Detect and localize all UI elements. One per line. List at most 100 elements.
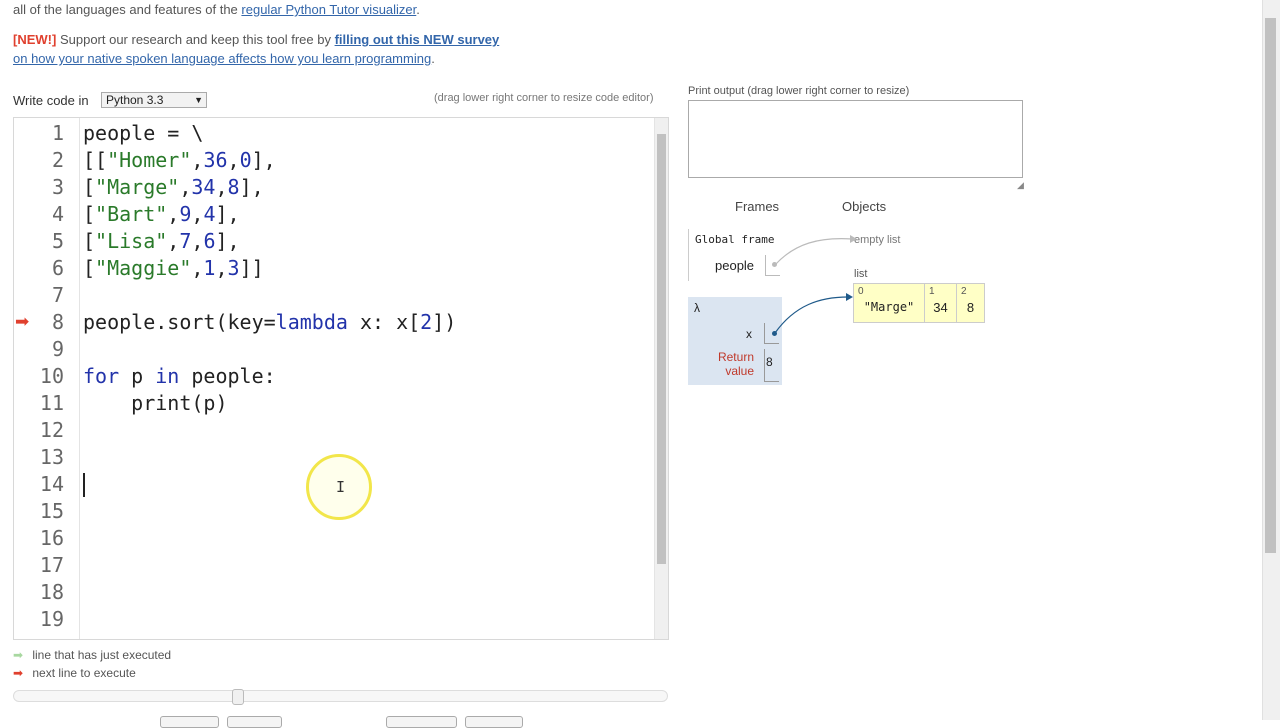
line-number: 3 xyxy=(51,175,64,199)
green-arrow-icon: ➡ xyxy=(13,648,24,662)
print-output-label: Print output (drag lower right corner to… xyxy=(688,85,910,97)
line-number: 6 xyxy=(51,256,64,280)
list-value: 8 xyxy=(966,300,975,315)
objects-header: Objects xyxy=(842,199,887,214)
step-slider[interactable] xyxy=(13,690,668,702)
list-index: 1 xyxy=(929,286,935,297)
code-token: lambda xyxy=(275,310,348,334)
code-line[interactable]: ["Bart",9,4], xyxy=(83,201,240,228)
line-number: 14 xyxy=(39,472,64,496)
page-scroll-thumb[interactable] xyxy=(1265,18,1276,553)
code-token: "Maggie" xyxy=(95,256,192,280)
line-number: 2 xyxy=(51,148,64,172)
pointer-arrowhead-blue xyxy=(846,293,853,301)
code-line[interactable]: ["Maggie",1,3]] xyxy=(83,255,264,282)
legend-next-line-text: next line to execute xyxy=(32,666,136,680)
survey-text: Support our research and keep this tool … xyxy=(59,32,331,47)
code-token: , xyxy=(167,229,180,253)
code-line[interactable]: people = \ xyxy=(83,120,203,147)
code-token: "Bart" xyxy=(95,202,168,226)
code-token: [ xyxy=(83,175,96,199)
code-token: [ xyxy=(83,256,96,280)
line-number: 12 xyxy=(39,418,64,442)
editor-drag-hint: (drag lower right corner to resize code … xyxy=(434,92,654,104)
legend-just-executed-text: line that has just executed xyxy=(32,648,172,662)
code-token: , xyxy=(227,148,240,172)
text-cursor xyxy=(83,473,85,497)
pointer-arrows xyxy=(774,235,857,334)
red-arrow-icon: ➡ xyxy=(13,666,24,680)
code-line[interactable]: ["Marge",34,8], xyxy=(83,174,264,201)
line-number: 13 xyxy=(39,445,64,469)
code-token: , xyxy=(191,148,204,172)
back-button[interactable] xyxy=(227,716,282,728)
code-token: , xyxy=(215,256,228,280)
code-token: [[ xyxy=(83,148,108,172)
code-token: ], xyxy=(215,229,240,253)
language-value: Python 3.3 xyxy=(106,93,164,107)
resize-grip-icon[interactable]: ◢ xyxy=(1017,180,1024,191)
code-token: "Marge" xyxy=(95,175,180,199)
code-token: ]] xyxy=(239,256,264,280)
code-token: 2 xyxy=(420,310,433,334)
forward-button[interactable] xyxy=(386,716,457,728)
code-token: 8 xyxy=(227,175,240,199)
pointer-arrowhead-gray xyxy=(850,235,857,243)
code-token: 3 xyxy=(227,256,240,280)
code-token: x: x[ xyxy=(347,310,421,334)
code-token: people: xyxy=(179,364,276,388)
list-value: 34 xyxy=(933,300,948,315)
line-number: 5 xyxy=(51,229,64,253)
code-token: 1 xyxy=(203,256,216,280)
intro-text-end: . xyxy=(416,2,420,17)
code-line[interactable]: ["Lisa",7,6], xyxy=(83,228,240,255)
step-slider-handle[interactable] xyxy=(232,689,244,705)
regular-visualizer-link[interactable]: regular Python Tutor visualizer xyxy=(241,2,416,17)
legend-just-executed: ➡ line that has just executed xyxy=(13,648,171,662)
code-token: "Lisa" xyxy=(95,229,168,253)
line-number: 10 xyxy=(39,364,64,388)
code-editor[interactable]: 1 people = \ 2 [["Homer",36,0], 3 ["Marge",34… xyxy=(13,117,669,640)
last-button[interactable] xyxy=(465,716,523,728)
return-value-label: Return value xyxy=(717,350,754,378)
line-number: 18 xyxy=(39,580,64,604)
frames-header: Frames xyxy=(735,199,780,214)
list-cell: 28 xyxy=(956,284,984,322)
code-line[interactable]: people.sort(key=lambda x: x[2]) xyxy=(83,309,456,336)
code-token: ]) xyxy=(432,310,457,334)
ibeam-cursor-icon: I xyxy=(336,478,346,496)
editor-scroll-thumb[interactable] xyxy=(657,134,666,564)
code-line[interactable]: print(p) xyxy=(83,390,228,417)
editor-scrollbar[interactable] xyxy=(654,118,668,639)
line-number: 7 xyxy=(51,283,64,307)
survey-link[interactable]: filling out this NEW survey xyxy=(335,32,500,47)
code-token: for xyxy=(83,364,120,388)
first-button[interactable] xyxy=(160,716,219,728)
line-number: 9 xyxy=(51,337,64,361)
survey-end: . xyxy=(431,51,435,66)
code-token: 4 xyxy=(203,202,216,226)
survey-notice: [NEW!] Support our research and keep thi… xyxy=(13,30,499,68)
code-token: 34 xyxy=(191,175,216,199)
language-select[interactable]: Python 3.3 ▼ xyxy=(101,92,207,108)
code-line[interactable]: [["Homer",36,0], xyxy=(83,147,276,174)
code-token: , xyxy=(191,229,204,253)
code-token: in xyxy=(155,364,180,388)
code-token: p xyxy=(119,364,156,388)
survey-link-2[interactable]: on how your native spoken language affec… xyxy=(13,51,431,66)
code-line[interactable]: for p in people: xyxy=(83,363,276,390)
line-number: 17 xyxy=(39,553,64,577)
list-cell: 1 34 xyxy=(924,284,956,322)
code-token: ], xyxy=(251,148,276,172)
code-token: , xyxy=(167,202,180,226)
print-output-box[interactable] xyxy=(688,100,1023,178)
pointer-arrow-blue xyxy=(774,296,849,334)
pointer-arrow-gray xyxy=(774,238,853,266)
code-token: , xyxy=(191,256,204,280)
new-tag: [NEW!] xyxy=(13,32,57,47)
code-token: "Homer" xyxy=(107,148,192,172)
code-token: 0 xyxy=(239,148,252,172)
code-token: print(p) xyxy=(83,391,228,415)
code-token: 7 xyxy=(179,229,192,253)
code-token: [ xyxy=(83,229,96,253)
